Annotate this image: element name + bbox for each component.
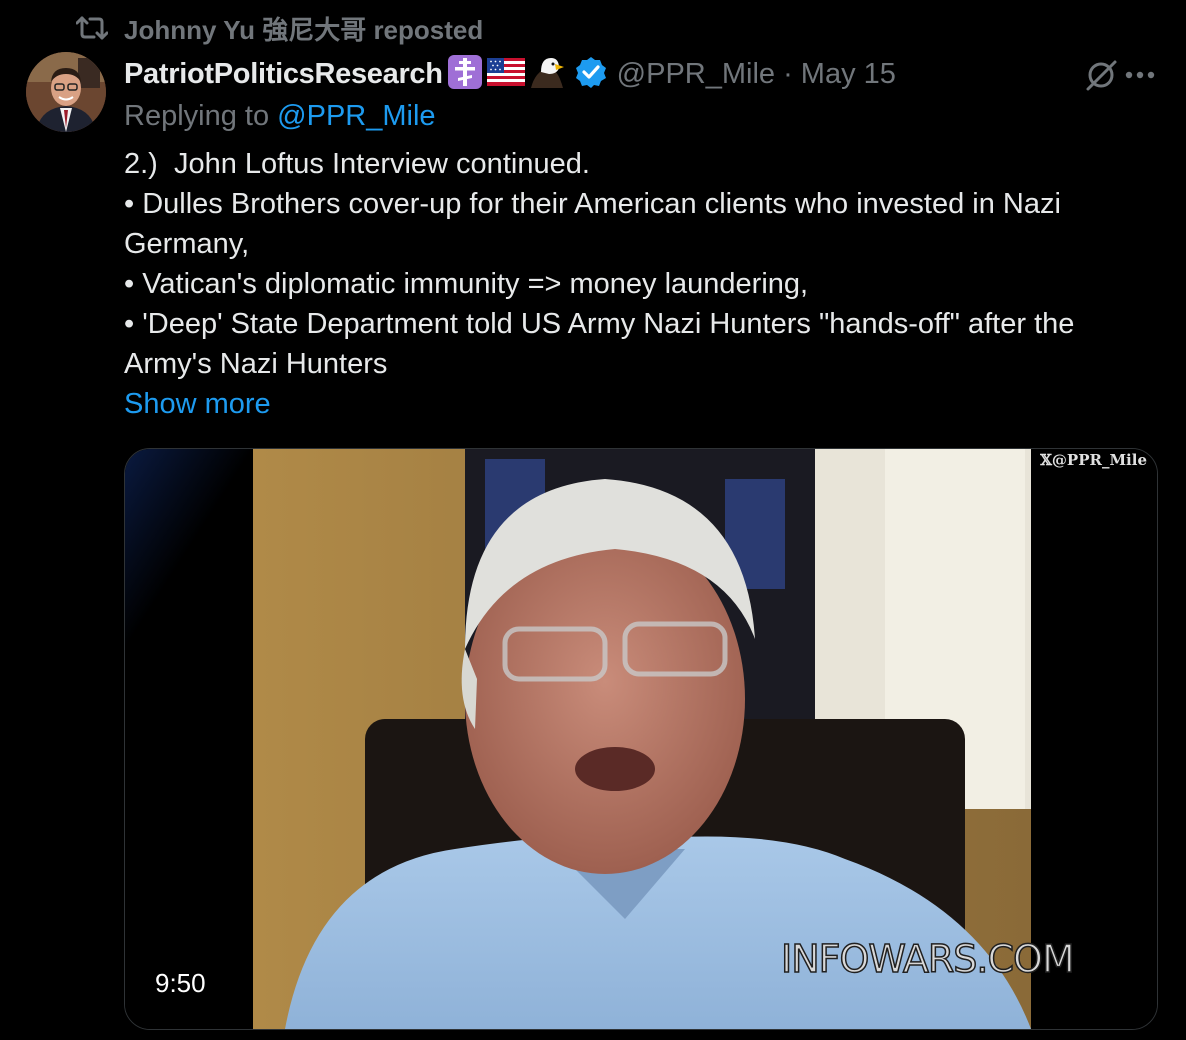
avatar-image: [26, 52, 106, 132]
repost-icon: [76, 16, 108, 40]
author-handle-date[interactable]: @PPR_Mile · May 15: [617, 58, 896, 91]
tweet-actions-top: [1084, 58, 1156, 92]
tweet[interactable]: Johnny Yu 強尼大哥 reposted PatriotPoliticsR…: [0, 0, 1186, 1040]
video-watermark: 𝕏@PPR_Mile: [1040, 451, 1147, 469]
video-overlay-text: INFOWARS.COM: [780, 936, 1075, 982]
tweet-line: 2.) John Loftus Interview continued.: [124, 148, 590, 180]
video-duration: 9:50: [155, 968, 206, 998]
us-flag-emoji: [486, 57, 525, 91]
repost-label: Johnny Yu 強尼大哥 reposted: [124, 14, 484, 45]
replying-to-handle-link[interactable]: @PPR_Mile: [277, 100, 435, 132]
tweet-line: • Dulles Brothers cover-up for their Ame…: [124, 188, 1061, 260]
tweet-text: 2.) John Loftus Interview continued. • D…: [124, 144, 1164, 424]
tweet-line: • 'Deep' State Department told US Army N…: [124, 308, 1075, 380]
repost-context[interactable]: Johnny Yu 強尼大哥 reposted: [76, 12, 484, 45]
video-player[interactable]: 𝕏@PPR_Mile INFOWARS.COM 9:50: [124, 448, 1158, 1030]
more-options-icon[interactable]: [1124, 70, 1156, 80]
avatar[interactable]: [26, 52, 106, 132]
replying-to: Replying to @PPR_Mile: [124, 100, 436, 133]
grok-icon[interactable]: [1084, 58, 1118, 92]
tweet-header: PatriotPoliticsResearch @PPR_Mile · May …: [124, 52, 896, 96]
show-more-link[interactable]: Show more: [124, 384, 1164, 424]
eagle-emoji: [529, 54, 565, 95]
replying-to-prefix: Replying to: [124, 100, 278, 132]
orthodox-cross-emoji: [447, 54, 483, 95]
verified-badge-icon: [575, 56, 607, 93]
author-display-name[interactable]: PatriotPoliticsResearch: [124, 58, 443, 91]
tweet-line: • Vatican's diplomatic immunity => money…: [124, 268, 809, 300]
